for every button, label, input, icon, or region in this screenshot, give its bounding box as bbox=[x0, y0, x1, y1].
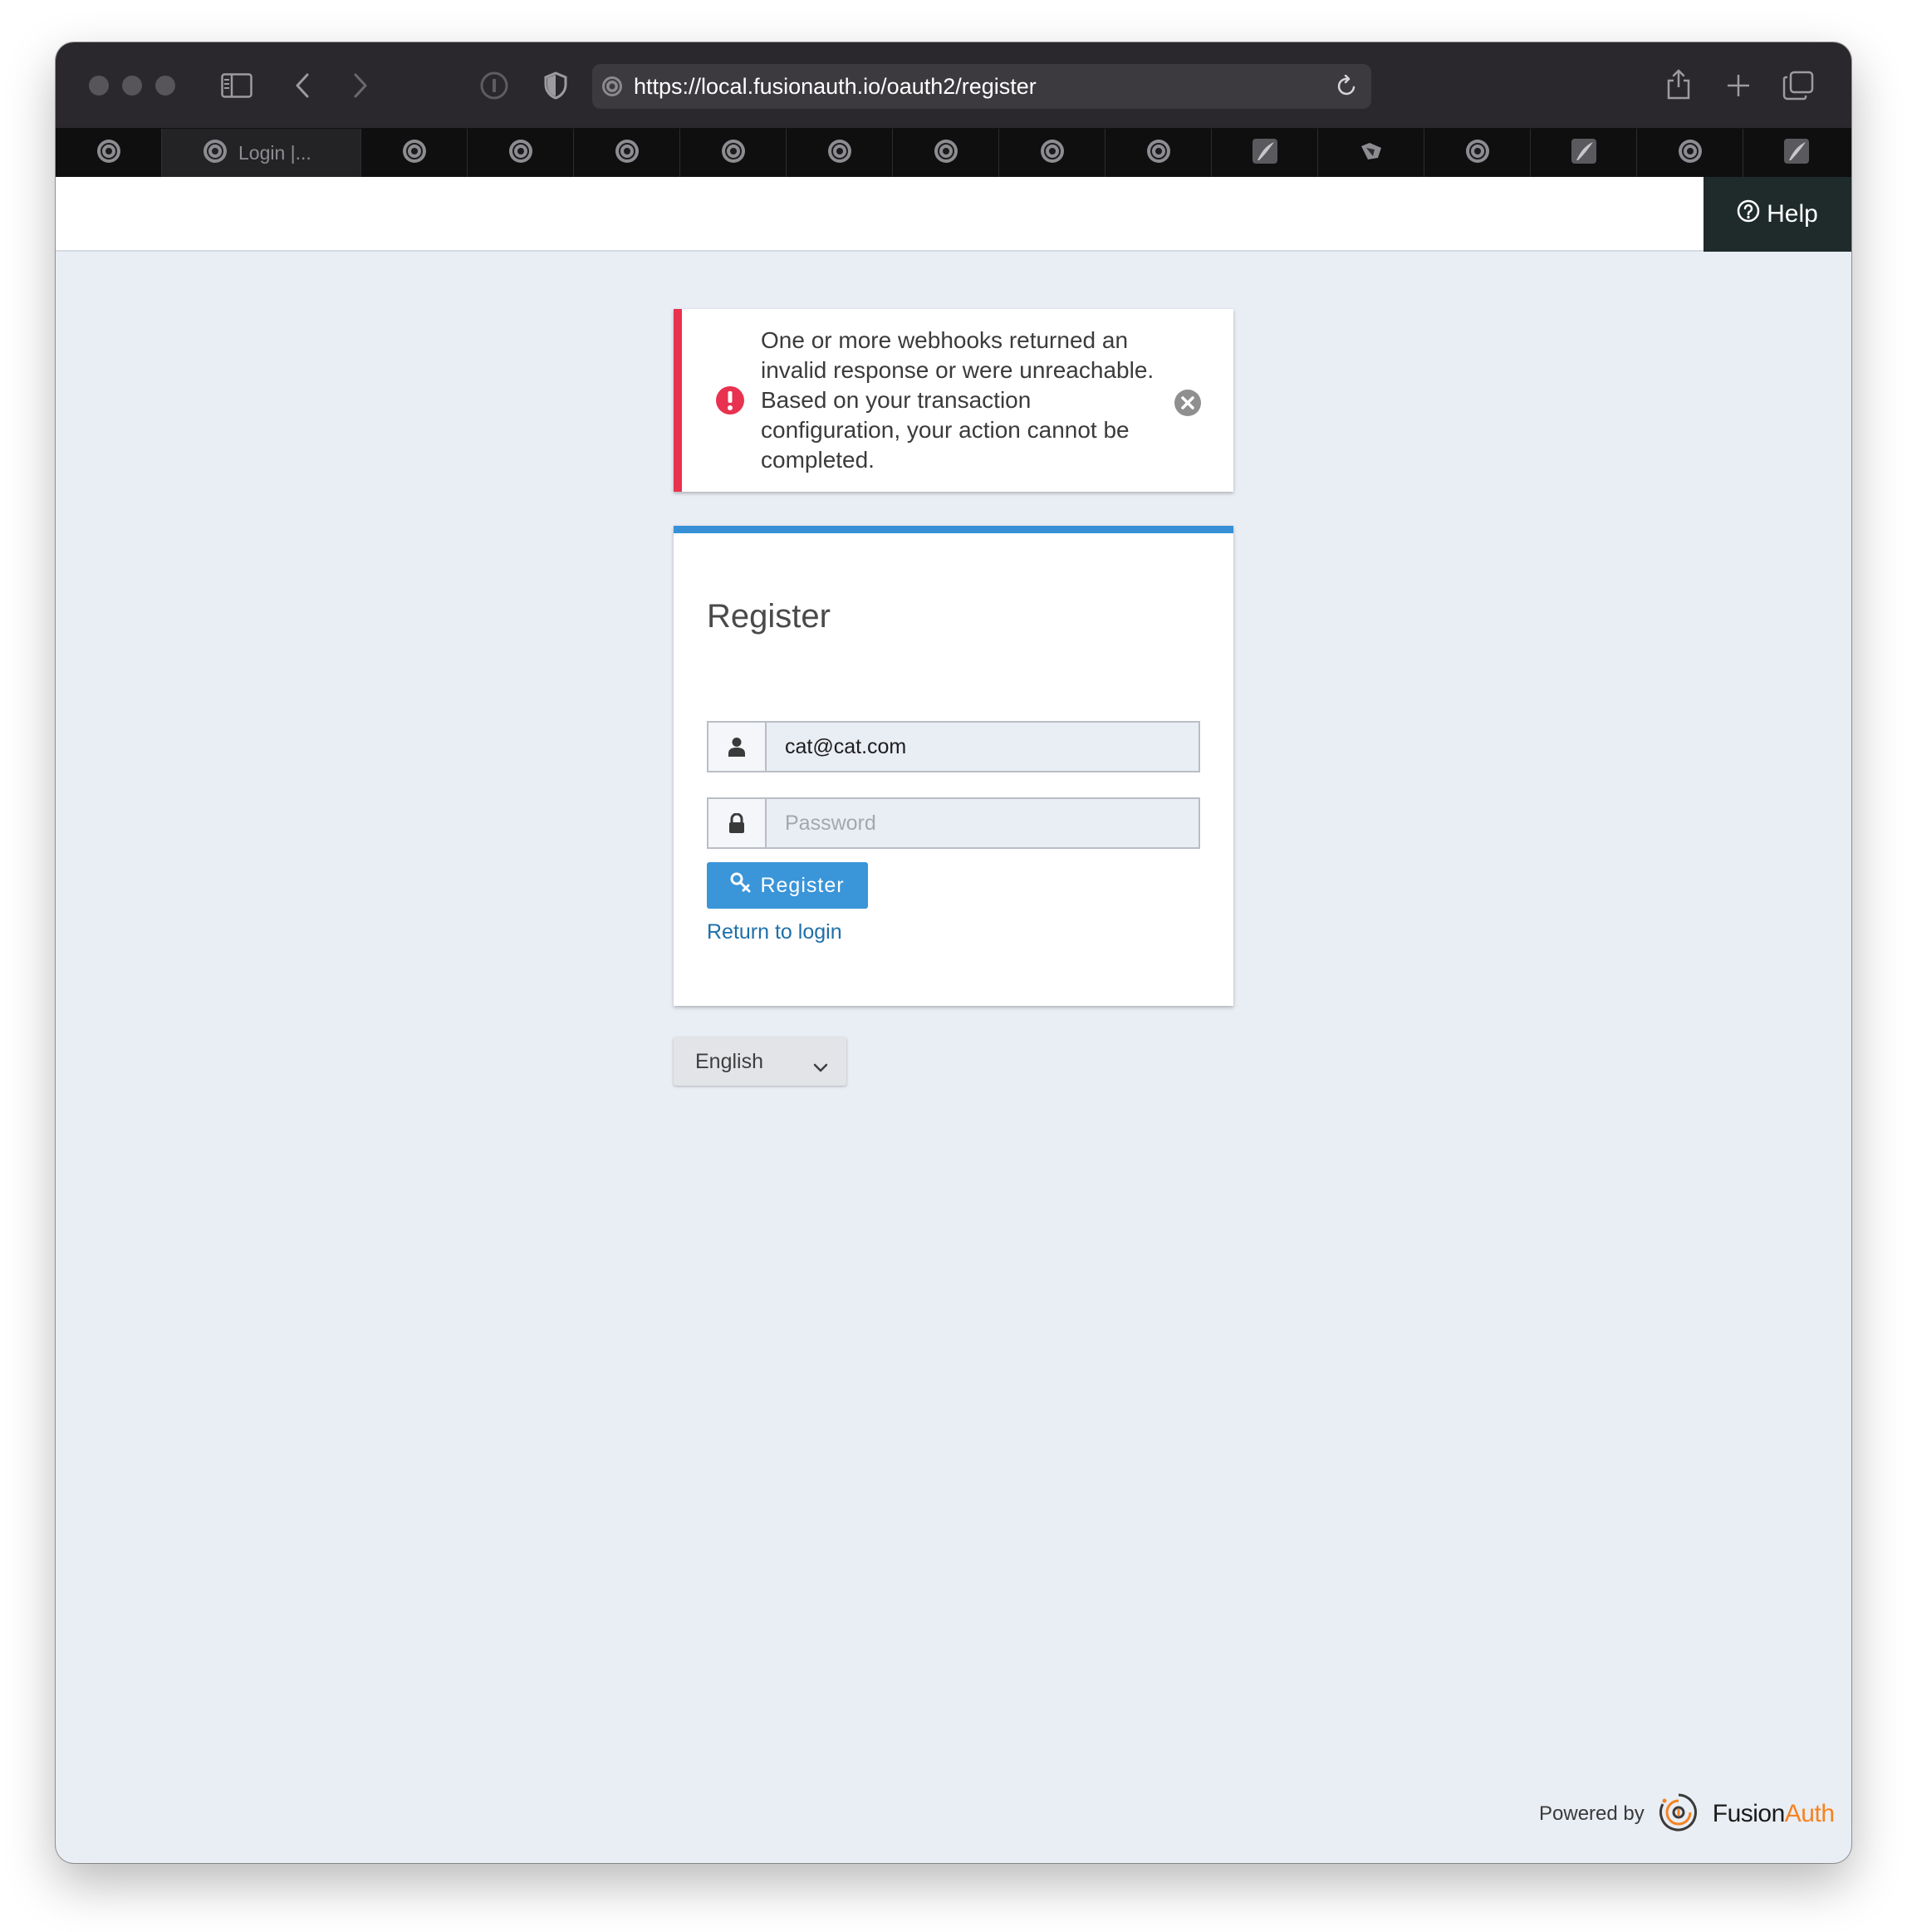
url-text[interactable]: https://local.fusionauth.io/oauth2/regis… bbox=[634, 64, 1037, 109]
alert-message: One or more webhooks returned an invalid… bbox=[761, 327, 1154, 473]
tab-favicon[interactable] bbox=[468, 129, 574, 177]
password-manager-icon[interactable] bbox=[478, 69, 511, 102]
user-icon bbox=[708, 723, 767, 771]
browser-toolbar: https://local.fusionauth.io/oauth2/regis… bbox=[56, 42, 1851, 129]
powered-by-label: Powered by bbox=[1539, 1802, 1645, 1825]
tab-favicon[interactable] bbox=[787, 129, 893, 177]
globe-icon bbox=[1145, 138, 1172, 169]
site-globe-icon bbox=[601, 75, 624, 102]
tab-strip: Login |... bbox=[56, 129, 1851, 177]
tab-favicon[interactable] bbox=[1637, 129, 1743, 177]
tab-favicon[interactable] bbox=[999, 129, 1105, 177]
email-input[interactable] bbox=[767, 723, 1199, 771]
globe-icon bbox=[507, 138, 534, 169]
tab-favicon[interactable] bbox=[56, 129, 162, 177]
page-title: Register bbox=[707, 598, 831, 635]
quill-icon bbox=[1783, 138, 1810, 169]
zoom-window-button[interactable] bbox=[155, 76, 175, 96]
tab-overview-icon[interactable] bbox=[1782, 69, 1815, 102]
brand-part-fusion: Fusion bbox=[1712, 1800, 1786, 1827]
shield-icon[interactable] bbox=[539, 69, 572, 102]
back-icon[interactable] bbox=[290, 69, 315, 102]
new-tab-icon[interactable] bbox=[1723, 69, 1753, 102]
locale-select[interactable]: English bbox=[674, 1037, 846, 1086]
password-input[interactable] bbox=[767, 799, 1199, 847]
tab-label: Login |... bbox=[238, 141, 311, 164]
minimize-window-button[interactable] bbox=[122, 76, 142, 96]
tab-login[interactable]: Login |... bbox=[162, 129, 361, 177]
bird-icon bbox=[1358, 138, 1385, 169]
chevron-down-icon bbox=[813, 1055, 828, 1079]
quill-icon bbox=[1252, 138, 1278, 169]
help-button[interactable]: Help bbox=[1704, 177, 1851, 252]
register-panel: Register Register Return to login bbox=[674, 526, 1233, 1006]
globe-icon bbox=[720, 138, 747, 169]
globe-icon bbox=[1677, 138, 1704, 169]
register-button-label: Register bbox=[760, 873, 845, 897]
tab-favicon[interactable] bbox=[574, 129, 680, 177]
exclamation-circle-icon bbox=[715, 385, 745, 419]
globe-icon bbox=[202, 138, 228, 169]
fusionauth-logo-icon bbox=[1658, 1792, 1699, 1837]
email-input-group bbox=[707, 721, 1200, 772]
tab-favicon[interactable] bbox=[1212, 129, 1318, 177]
globe-icon bbox=[401, 138, 428, 169]
tab-favicon[interactable] bbox=[1318, 129, 1424, 177]
locale-selected: English bbox=[695, 1049, 763, 1073]
key-icon bbox=[730, 872, 752, 900]
browser-window: https://local.fusionauth.io/oauth2/regis… bbox=[56, 42, 1851, 1863]
tab-favicon[interactable] bbox=[1424, 129, 1531, 177]
password-input-group bbox=[707, 797, 1200, 849]
register-button[interactable]: Register bbox=[707, 862, 868, 909]
help-label: Help bbox=[1767, 200, 1818, 228]
error-alert: One or more webhooks returned an invalid… bbox=[674, 309, 1233, 492]
page-header: Help bbox=[56, 177, 1851, 252]
globe-icon bbox=[614, 138, 640, 169]
quill-icon bbox=[1571, 138, 1597, 169]
tab-favicon[interactable] bbox=[893, 129, 999, 177]
globe-icon bbox=[1039, 138, 1066, 169]
globe-icon bbox=[1464, 138, 1491, 169]
globe-icon bbox=[96, 138, 122, 169]
forward-icon[interactable] bbox=[348, 69, 373, 102]
sidebar-toggle-icon[interactable] bbox=[218, 69, 255, 102]
globe-icon bbox=[933, 138, 959, 169]
reload-icon[interactable] bbox=[1336, 74, 1358, 102]
powered-by: Powered by FusionAuth bbox=[1539, 1792, 1835, 1836]
globe-icon bbox=[826, 138, 853, 169]
close-alert-icon[interactable] bbox=[1174, 389, 1202, 421]
brand-part-auth: Auth bbox=[1784, 1800, 1835, 1827]
brand-name[interactable]: FusionAuth bbox=[1713, 1800, 1835, 1828]
address-bar[interactable]: https://local.fusionauth.io/oauth2/regis… bbox=[592, 64, 1371, 109]
tab-favicon[interactable] bbox=[361, 129, 468, 177]
tab-favicon[interactable] bbox=[680, 129, 787, 177]
share-icon[interactable] bbox=[1664, 66, 1694, 102]
return-to-login-link[interactable]: Return to login bbox=[707, 920, 842, 944]
lock-icon bbox=[708, 799, 767, 847]
question-circle-icon bbox=[1737, 199, 1760, 229]
tab-favicon[interactable] bbox=[1531, 129, 1637, 177]
close-window-button[interactable] bbox=[89, 76, 109, 96]
tab-favicon[interactable] bbox=[1105, 129, 1212, 177]
tab-favicon[interactable] bbox=[1743, 129, 1850, 177]
